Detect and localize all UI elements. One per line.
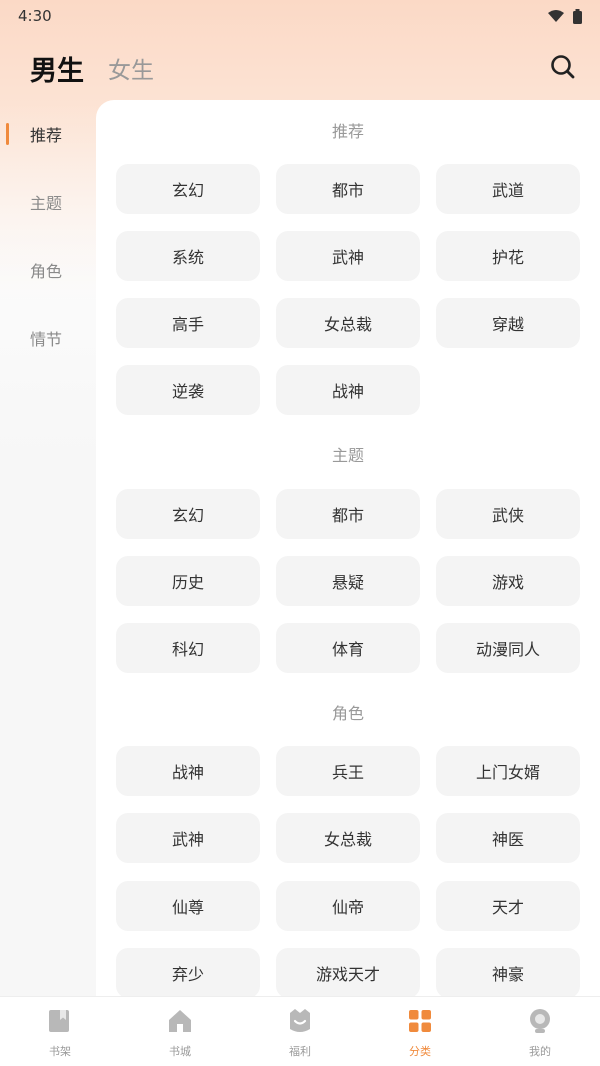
category-content: 推荐 玄幻 都市 武道 系统 武神 护花 高手 女总裁 穿越 逆袭 战神 主题 … [96, 100, 600, 996]
tag-button[interactable]: 逆袭 [116, 365, 260, 415]
category-icon [409, 1010, 431, 1032]
tag-button[interactable]: 动漫同人 [436, 623, 580, 673]
tag-button[interactable]: 玄幻 [116, 164, 260, 214]
nav-label: 分类 [409, 1045, 431, 1058]
tag-button[interactable]: 兵王 [276, 746, 420, 796]
tag-button[interactable]: 仙帝 [276, 881, 420, 931]
tag-button[interactable]: 游戏天才 [276, 948, 420, 996]
tag-button[interactable]: 女总裁 [276, 298, 420, 348]
tag-button[interactable]: 女总裁 [276, 813, 420, 863]
nav-item-profile[interactable]: 我的 [480, 997, 600, 1066]
section-title-role: 角色 [331, 704, 364, 723]
tab-female[interactable]: 女生 [108, 51, 154, 85]
bottom-nav: 书架 书城 福利 分类 我的 [0, 996, 600, 1066]
tag-button[interactable]: 高手 [116, 298, 260, 348]
nav-item-welfare[interactable]: 福利 [240, 997, 360, 1066]
profile-icon [530, 1009, 550, 1033]
category-sidebar: 推荐 主题 角色 情节 [0, 100, 96, 996]
tag-button[interactable]: 游戏 [436, 556, 580, 606]
tag-button[interactable]: 悬疑 [276, 556, 420, 606]
tag-button[interactable]: 穿越 [436, 298, 580, 348]
tag-button[interactable]: 武侠 [436, 489, 580, 539]
status-bar: 4:30 [0, 0, 600, 32]
tag-button[interactable]: 都市 [276, 489, 420, 539]
sidebar-item-theme[interactable]: 主题 [0, 182, 96, 222]
gift-icon [290, 1009, 310, 1032]
nav-item-bookshelf[interactable]: 书架 [0, 997, 120, 1066]
nav-item-bookstore[interactable]: 书城 [120, 997, 240, 1066]
tag-button[interactable]: 上门女婿 [436, 746, 580, 796]
nav-item-category[interactable]: 分类 [360, 997, 480, 1066]
search-icon[interactable] [548, 52, 578, 82]
tag-button[interactable]: 护花 [436, 231, 580, 281]
tag-button[interactable]: 战神 [276, 365, 420, 415]
tag-button[interactable]: 都市 [276, 164, 420, 214]
sidebar-item-plot[interactable]: 情节 [0, 318, 96, 358]
home-icon [169, 1010, 191, 1032]
tag-button[interactable]: 系统 [116, 231, 260, 281]
tag-button[interactable]: 战神 [116, 746, 260, 796]
section-title-recommend: 推荐 [331, 122, 364, 141]
tag-button[interactable]: 武神 [276, 231, 420, 281]
nav-label: 书城 [169, 1045, 191, 1058]
tag-button[interactable]: 历史 [116, 556, 260, 606]
tag-button[interactable]: 科幻 [116, 623, 260, 673]
nav-label: 福利 [289, 1045, 311, 1058]
battery-icon [573, 8, 582, 24]
tag-button[interactable]: 天才 [436, 881, 580, 931]
tag-button[interactable]: 弃少 [116, 948, 260, 996]
top-header: 男生 女生 [0, 40, 600, 96]
status-icons [547, 8, 582, 24]
tag-button[interactable]: 神医 [436, 813, 580, 863]
section-title-theme: 主题 [331, 446, 364, 465]
bookshelf-icon [49, 1010, 69, 1032]
tag-button[interactable]: 体育 [276, 623, 420, 673]
tag-button[interactable]: 神豪 [436, 948, 580, 996]
status-time: 4:30 [18, 7, 52, 25]
tab-male[interactable]: 男生 [30, 49, 84, 88]
tag-button[interactable]: 仙尊 [116, 881, 260, 931]
tag-button[interactable]: 武道 [436, 164, 580, 214]
wifi-icon [548, 10, 564, 22]
sidebar-item-role[interactable]: 角色 [0, 250, 96, 290]
tag-button[interactable]: 武神 [116, 813, 260, 863]
nav-label: 我的 [529, 1045, 551, 1058]
sidebar-item-recommend[interactable]: 推荐 [0, 114, 96, 154]
tag-button[interactable]: 玄幻 [116, 489, 260, 539]
nav-label: 书架 [49, 1045, 71, 1058]
